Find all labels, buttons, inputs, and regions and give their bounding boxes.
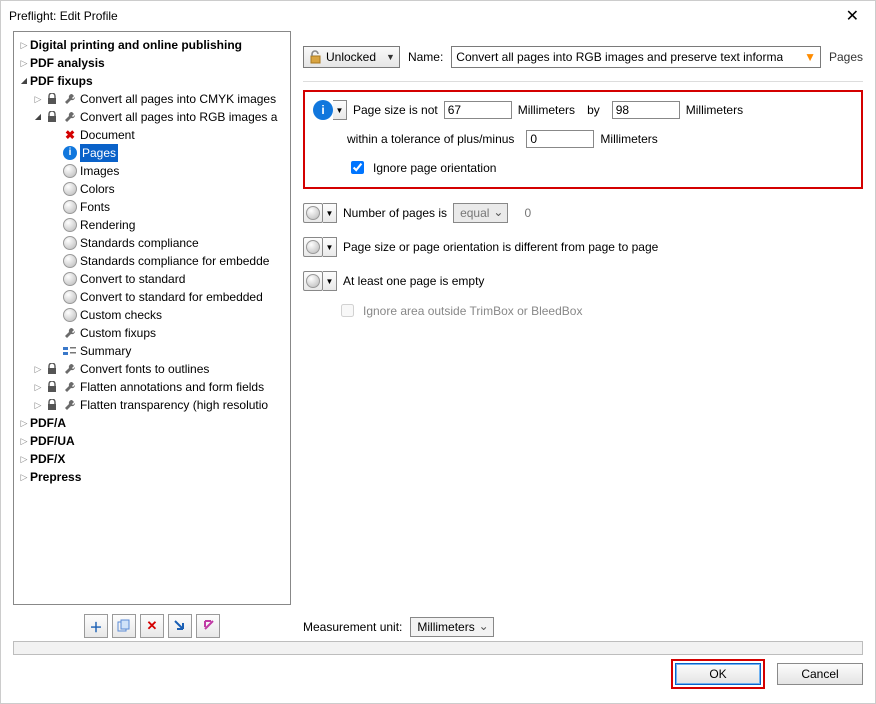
breadcrumb: Pages: [829, 50, 863, 64]
export-button[interactable]: [196, 614, 220, 638]
lock-icon: [44, 361, 60, 377]
tree-item-fonts[interactable]: Fonts: [14, 198, 290, 216]
warning-icon: ▼: [804, 50, 816, 64]
tree-item-summary[interactable]: Summary: [14, 342, 290, 360]
tree-item-convert-standard[interactable]: Convert to standard: [14, 270, 290, 288]
profile-tree[interactable]: Digital printing and online publishing P…: [13, 31, 291, 605]
ignore-trimbox-checkbox: [341, 304, 354, 317]
empty-page-label: At least one page is empty: [343, 274, 484, 288]
severity-dropdown[interactable]: ▼: [323, 271, 337, 291]
tree-item-images[interactable]: Images: [14, 162, 290, 180]
tree-item-flatten-annotations[interactable]: Flatten annotations and form fields: [14, 378, 290, 396]
wrench-icon: [62, 361, 78, 377]
add-button[interactable]: ＋: [84, 614, 108, 638]
name-field[interactable]: Convert all pages into RGB images and pr…: [451, 46, 821, 68]
status-bar: [13, 641, 863, 655]
tree-item-colors[interactable]: Colors: [14, 180, 290, 198]
window-title: Preflight: Edit Profile: [9, 9, 118, 23]
import-button[interactable]: [168, 614, 192, 638]
info-icon: i: [62, 145, 78, 161]
wrench-icon: [62, 379, 78, 395]
tree-item-standards-embedded[interactable]: Standards compliance for embedde: [14, 252, 290, 270]
tree-item-pdfa[interactable]: PDF/A: [14, 414, 290, 432]
x-icon: ✖: [62, 127, 78, 143]
circle-icon: [62, 271, 78, 287]
tree-item-pdf-fixups[interactable]: PDF fixups: [14, 72, 290, 90]
tree-toolbar: ＋ ✕: [13, 605, 291, 641]
num-pages-label: Number of pages is: [343, 206, 447, 220]
lock-state-dropdown[interactable]: Unlocked ▼: [303, 46, 400, 68]
ok-highlight: OK: [671, 659, 765, 689]
circle-icon: [62, 199, 78, 215]
page-width-input[interactable]: [444, 101, 512, 119]
circle-icon: [62, 289, 78, 305]
tree-item-pages[interactable]: i Pages: [14, 144, 290, 162]
wrench-icon: [62, 109, 78, 125]
summary-icon: [62, 343, 78, 359]
tree-item-rendering[interactable]: Rendering: [14, 216, 290, 234]
tree-item-standards[interactable]: Standards compliance: [14, 234, 290, 252]
severity-dropdown[interactable]: ▼: [323, 203, 337, 223]
circle-icon: [62, 235, 78, 251]
unlock-icon: [308, 50, 322, 64]
circle-icon: [62, 163, 78, 179]
lock-icon: [44, 379, 60, 395]
tree-item-pdfx[interactable]: PDF/X: [14, 450, 290, 468]
titlebar: Preflight: Edit Profile ✕: [1, 1, 875, 31]
tree-item-prepress[interactable]: Prepress: [14, 468, 290, 486]
severity-dropdown[interactable]: ▼: [333, 100, 347, 120]
tree-item-pdfua[interactable]: PDF/UA: [14, 432, 290, 450]
page-height-input[interactable]: [612, 101, 680, 119]
page-diff-label: Page size or page orientation is differe…: [343, 240, 658, 254]
severity-none-button[interactable]: [303, 271, 323, 291]
tree-item-custom-checks[interactable]: Custom checks: [14, 306, 290, 324]
tree-item-flatten-transparency[interactable]: Flatten transparency (high resolutio: [14, 396, 290, 414]
lock-icon: [44, 397, 60, 413]
tree-item-document[interactable]: ✖ Document: [14, 126, 290, 144]
chevron-down-icon: ▼: [386, 52, 395, 62]
duplicate-button[interactable]: [112, 614, 136, 638]
page-size-label: Page size is not: [353, 103, 438, 117]
tree-item-pdf-analysis[interactable]: PDF analysis: [14, 54, 290, 72]
tree-item-convert-rgb[interactable]: Convert all pages into RGB images a: [14, 108, 290, 126]
severity-info-button[interactable]: i: [313, 100, 333, 120]
measurement-unit-label: Measurement unit:: [303, 620, 402, 634]
wrench-icon: [62, 325, 78, 341]
severity-none-button[interactable]: [303, 203, 323, 223]
tree-item-convert-fonts-outlines[interactable]: Convert fonts to outlines: [14, 360, 290, 378]
circle-icon: [62, 307, 78, 323]
circle-icon: [62, 217, 78, 233]
ok-button[interactable]: OK: [675, 663, 761, 685]
ignore-orientation-checkbox[interactable]: [351, 161, 364, 174]
tree-item-custom-fixups[interactable]: Custom fixups: [14, 324, 290, 342]
wrench-icon: [62, 397, 78, 413]
lock-icon: [44, 91, 60, 107]
circle-icon: [62, 253, 78, 269]
name-label: Name:: [408, 50, 443, 64]
measurement-unit-select[interactable]: Millimeters: [410, 617, 493, 637]
severity-dropdown[interactable]: ▼: [323, 237, 337, 257]
wrench-icon: [62, 91, 78, 107]
cancel-button[interactable]: Cancel: [777, 663, 863, 685]
tree-item-convert-cmyk[interactable]: Convert all pages into CMYK images: [14, 90, 290, 108]
lock-icon: [44, 109, 60, 125]
tree-item-digital-printing[interactable]: Digital printing and online publishing: [14, 36, 290, 54]
num-pages-operator[interactable]: equal: [453, 203, 508, 223]
close-icon[interactable]: ✕: [838, 2, 867, 30]
tolerance-input[interactable]: [526, 130, 594, 148]
tree-item-convert-standard-embedded[interactable]: Convert to standard for embedded: [14, 288, 290, 306]
page-size-check-group: i ▼ Page size is not Millimeters by Mill…: [303, 90, 863, 189]
severity-none-button[interactable]: [303, 237, 323, 257]
delete-button[interactable]: ✕: [140, 614, 164, 638]
circle-icon: [62, 181, 78, 197]
